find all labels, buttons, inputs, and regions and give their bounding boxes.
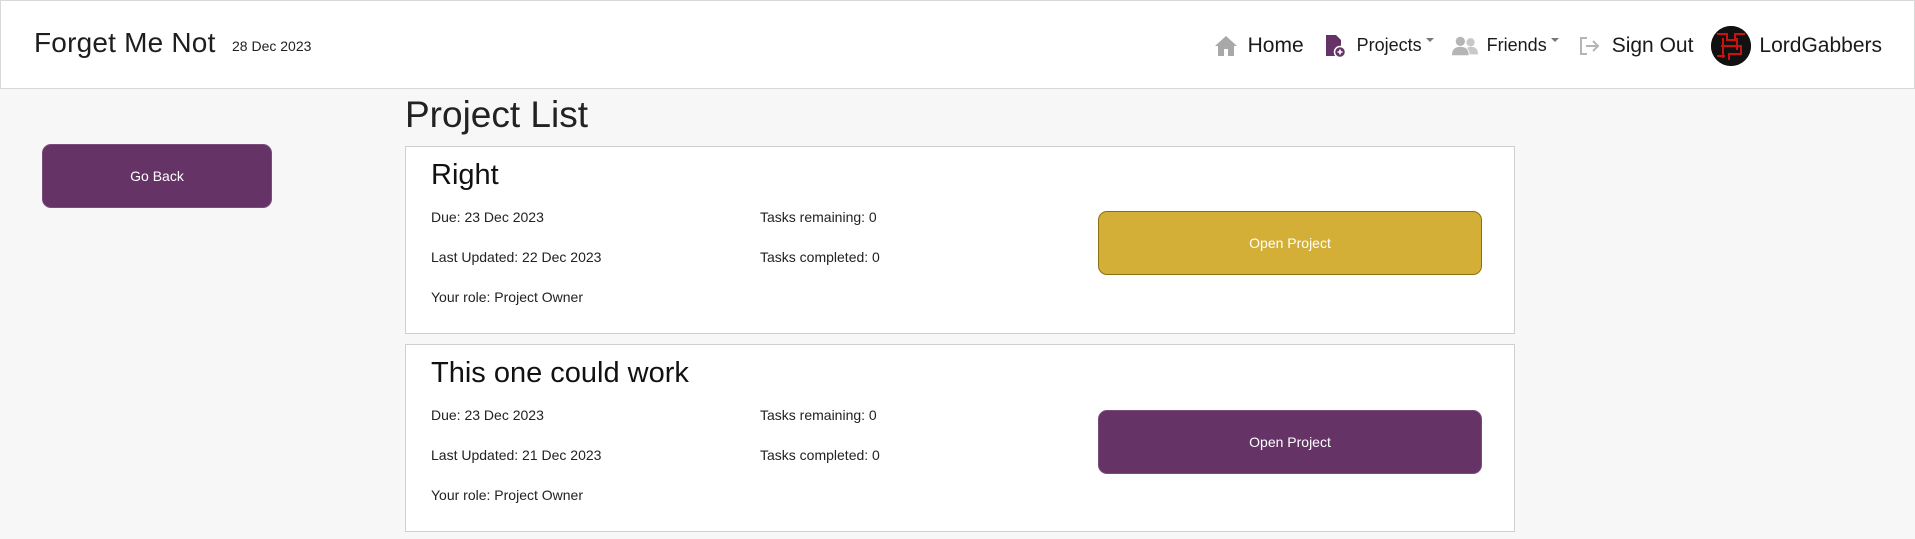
- project-card: This one could work Due: 23 Dec 2023 Las…: [405, 344, 1515, 532]
- project-last-updated: Last Updated: 22 Dec 2023: [431, 249, 602, 265]
- friends-icon: [1451, 33, 1478, 59]
- project-name: This one could work: [431, 357, 689, 389]
- project-file-icon: [1322, 33, 1348, 59]
- project-name: Right: [431, 159, 499, 191]
- nav-friends-dropdown[interactable]: Friends: [1451, 33, 1559, 59]
- go-back-button[interactable]: Go Back: [42, 144, 272, 208]
- home-icon: [1213, 33, 1239, 59]
- project-due: Due: 23 Dec 2023: [431, 209, 544, 225]
- nav-projects-label: Projects: [1356, 35, 1422, 55]
- avatar: [1711, 25, 1752, 66]
- chevron-down-icon: [1425, 37, 1434, 42]
- tasks-remaining: Tasks remaining: 0: [760, 407, 877, 423]
- nav-user-profile[interactable]: LordGabbers: [1711, 25, 1882, 66]
- project-last-updated: Last Updated: 21 Dec 2023: [431, 447, 602, 463]
- project-role: Your role: Project Owner: [431, 487, 583, 503]
- open-project-button[interactable]: Open Project: [1098, 410, 1482, 474]
- page-title: Project List: [405, 94, 589, 135]
- project-due: Due: 23 Dec 2023: [431, 407, 544, 423]
- nav-home-label: Home: [1247, 33, 1304, 57]
- nav-projects-dropdown[interactable]: Projects: [1322, 33, 1434, 59]
- tasks-remaining: Tasks remaining: 0: [760, 209, 877, 225]
- nav-sign-out[interactable]: Sign Out: [1577, 33, 1694, 59]
- nav-home[interactable]: Home: [1213, 33, 1304, 59]
- nav-menu: Home Projects Friends Sign Out LordGabbe…: [1195, 1, 1882, 90]
- sign-out-icon: [1577, 33, 1603, 59]
- tasks-completed: Tasks completed: 0: [760, 447, 880, 463]
- nav-sign-out-label: Sign Out: [1611, 33, 1694, 57]
- app-title[interactable]: Forget Me Not: [34, 27, 216, 59]
- tasks-completed: Tasks completed: 0: [760, 249, 880, 265]
- chevron-down-icon: [1550, 37, 1559, 42]
- nav-friends-label: Friends: [1486, 35, 1547, 55]
- username: LordGabbers: [1759, 33, 1882, 57]
- open-project-button[interactable]: Open Project: [1098, 211, 1482, 275]
- navbar: Forget Me Not 28 Dec 2023 Home Projects …: [0, 0, 1915, 89]
- project-card: Right Due: 23 Dec 2023 Last Updated: 22 …: [405, 146, 1515, 334]
- current-date: 28 Dec 2023: [232, 38, 312, 54]
- project-role: Your role: Project Owner: [431, 289, 583, 305]
